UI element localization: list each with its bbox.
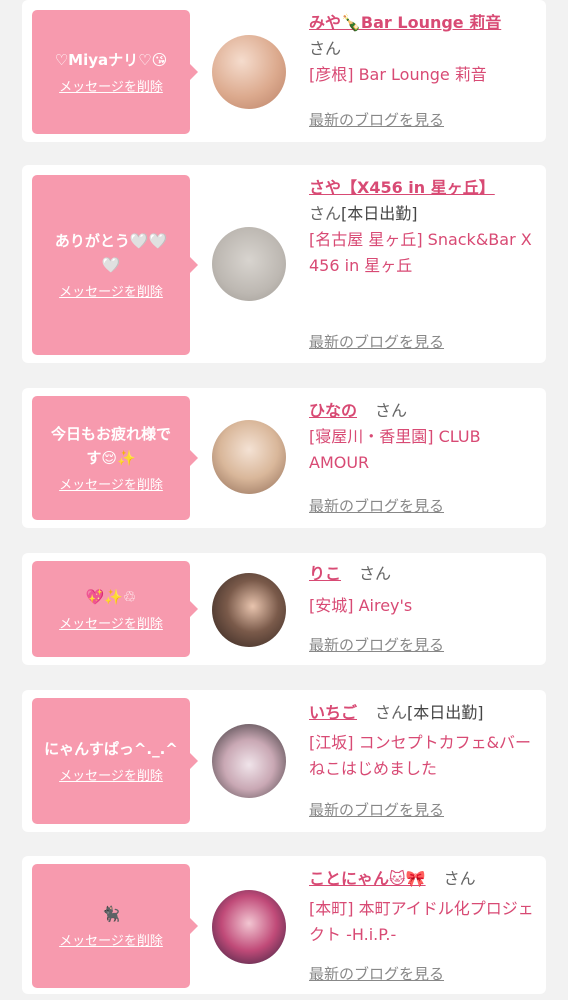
- delete-message-link[interactable]: メッセージを削除: [59, 616, 163, 634]
- honorific: さん: [309, 204, 342, 223]
- message-card: 今日もお疲れ様で す😌✨ メッセージを削除 ひなの さん [寝屋川・香里園] CL…: [22, 388, 546, 528]
- sender-name-link[interactable]: いちご: [309, 703, 357, 722]
- shop-label: [江坂] コンセプトカフェ&バー ねこはじめました: [309, 733, 548, 778]
- sender-name-link[interactable]: りこ: [309, 564, 341, 583]
- avatar[interactable]: [212, 35, 286, 109]
- avatar[interactable]: [212, 227, 286, 301]
- message-text: にゃんすぱっ^._.^: [44, 739, 178, 758]
- message-text: ♡Miyaナリ♡😘: [54, 50, 168, 69]
- latest-blog-link[interactable]: 最新のブログを見る: [309, 800, 444, 820]
- honorific: さん: [375, 401, 408, 420]
- avatar[interactable]: [212, 890, 286, 964]
- sender-name-link[interactable]: ことにゃん🐱🎀: [309, 869, 426, 888]
- delete-message-link[interactable]: メッセージを削除: [59, 477, 163, 495]
- sender-name-link[interactable]: さや【X456 in 星ヶ丘】: [309, 178, 495, 197]
- honorific: さん: [359, 564, 392, 583]
- shop-label: [名古屋 星ヶ丘] Snack&Bar X 456 in 星ヶ丘: [309, 230, 532, 275]
- sender-info: いちご さん[本日出勤] [江坂] コンセプトカフェ&バー ねこはじめました: [309, 700, 548, 782]
- message-card: 🐈‍⬛ メッセージを削除 ことにゃん🐱🎀 さん [本町] 本町アイドル化プロジェク…: [22, 856, 546, 994]
- message-text: ありがとう🤍🤍 🤍: [54, 231, 168, 274]
- shop-label: [寝屋川・香里園] CLUB AMOUR: [309, 427, 481, 472]
- message-bubble: ありがとう🤍🤍 🤍 メッセージを削除: [32, 175, 198, 355]
- avatar[interactable]: [212, 573, 286, 647]
- delete-message-link[interactable]: メッセージを削除: [59, 284, 163, 302]
- delete-message-link[interactable]: メッセージを削除: [59, 768, 163, 786]
- message-bubble: 💖✨♲ メッセージを削除: [32, 561, 198, 657]
- delete-message-link[interactable]: メッセージを削除: [59, 79, 163, 97]
- sender-info: みや🍾Bar Lounge 莉音 さん [彦根] Bar Lounge 莉音: [309, 10, 541, 88]
- message-bubble: 🐈‍⬛ メッセージを削除: [32, 864, 198, 988]
- honorific: さん: [443, 869, 476, 888]
- avatar[interactable]: [212, 420, 286, 494]
- message-bubble: にゃんすぱっ^._.^ メッセージを削除: [32, 698, 198, 824]
- delete-message-link[interactable]: メッセージを削除: [59, 933, 163, 951]
- shift-badge: [本日出勤]: [407, 703, 484, 722]
- shop-label: [彦根] Bar Lounge 莉音: [309, 65, 487, 84]
- latest-blog-link[interactable]: 最新のブログを見る: [309, 496, 444, 516]
- message-text: 💖✨♲: [85, 587, 137, 606]
- latest-blog-link[interactable]: 最新のブログを見る: [309, 332, 444, 352]
- sender-info: さや【X456 in 星ヶ丘】 さん[本日出勤] [名古屋 星ヶ丘] Snack…: [309, 175, 541, 279]
- shop-label: [本町] 本町アイドル化プロジェクト -H.i.P.-: [309, 899, 534, 944]
- message-card: にゃんすぱっ^._.^ メッセージを削除 いちご さん[本日出勤] [江坂] コン…: [22, 690, 548, 832]
- sender-info: ことにゃん🐱🎀 さん [本町] 本町アイドル化プロジェクト -H.i.P.-: [309, 866, 541, 948]
- message-text: 今日もお疲れ様で す😌✨: [50, 424, 171, 467]
- shop-label: [安城] Airey's: [309, 596, 413, 615]
- honorific: さん: [309, 39, 342, 58]
- message-card: 💖✨♲ メッセージを削除 りこ さん [安城] Airey's 最新のブログを見る: [22, 553, 546, 665]
- latest-blog-link[interactable]: 最新のブログを見る: [309, 635, 444, 655]
- message-card: ありがとう🤍🤍 🤍 メッセージを削除 さや【X456 in 星ヶ丘】 さん[本日…: [22, 165, 546, 363]
- message-card: ♡Miyaナリ♡😘 メッセージを削除 みや🍾Bar Lounge 莉音 さん […: [22, 0, 546, 142]
- sender-info: りこ さん [安城] Airey's: [309, 561, 541, 619]
- latest-blog-link[interactable]: 最新のブログを見る: [309, 964, 444, 984]
- message-text: 🐈‍⬛: [101, 904, 121, 923]
- latest-blog-link[interactable]: 最新のブログを見る: [309, 110, 444, 130]
- message-bubble: ♡Miyaナリ♡😘 メッセージを削除: [32, 10, 198, 134]
- shift-badge: [本日出勤]: [341, 204, 418, 223]
- message-bubble: 今日もお疲れ様で す😌✨ メッセージを削除: [32, 396, 198, 520]
- avatar[interactable]: [212, 724, 286, 798]
- honorific: さん: [375, 703, 408, 722]
- sender-name-link[interactable]: みや🍾Bar Lounge 莉音: [309, 13, 501, 32]
- sender-name-link[interactable]: ひなの: [309, 401, 357, 420]
- sender-info: ひなの さん [寝屋川・香里園] CLUB AMOUR: [309, 398, 541, 476]
